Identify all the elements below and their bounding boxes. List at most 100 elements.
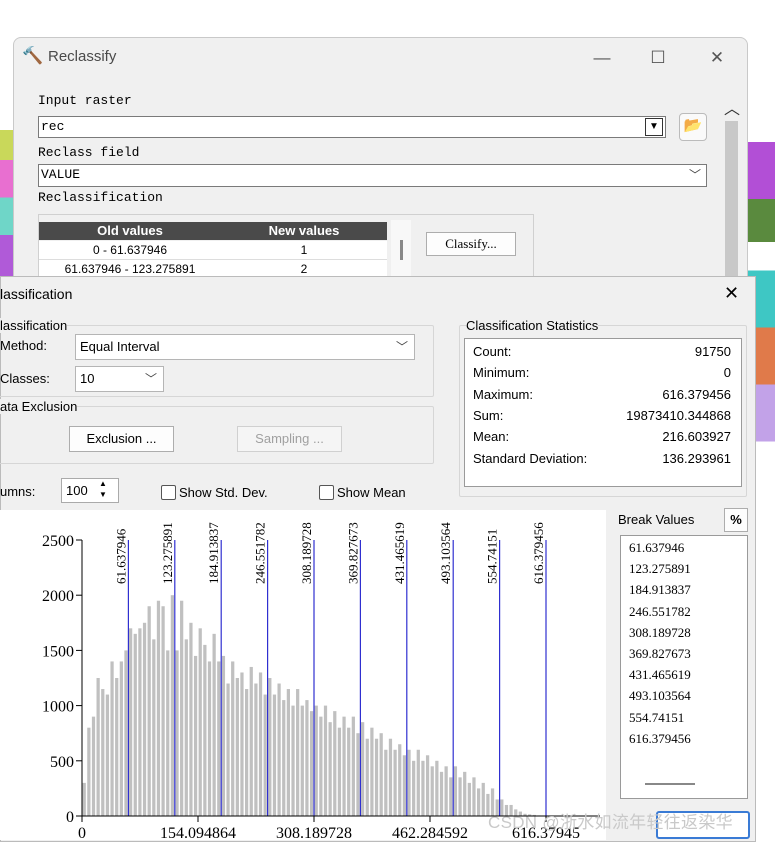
break-value-item[interactable]: 123.275891: [629, 561, 691, 577]
spin-down-icon[interactable]: ▼: [99, 490, 107, 499]
reclassify-titlebar: 🔨 Reclassify — ☐ ✕: [14, 38, 747, 78]
histogram-bar: [421, 761, 424, 816]
new-value-cell[interactable]: 2: [221, 262, 387, 276]
dropdown-arrow-icon[interactable]: ▼: [645, 118, 663, 136]
histogram-bar: [435, 761, 438, 816]
histogram-bar: [370, 728, 373, 816]
break-value-item[interactable]: 369.827673: [629, 646, 691, 662]
classify-button[interactable]: Classify...: [426, 232, 516, 256]
watermark: CSDN @浙水如流年轻往返染华: [488, 808, 733, 833]
columns-label: umns:: [0, 484, 35, 499]
histogram-bar: [393, 750, 396, 816]
break-value-item[interactable]: 616.379456: [629, 731, 691, 747]
histogram-bar: [226, 684, 229, 816]
break-value-item[interactable]: 246.551782: [629, 604, 691, 620]
histogram-bar: [366, 739, 369, 816]
y-tick-label: 2000: [42, 588, 74, 605]
stat-value: 136.293961: [560, 451, 731, 466]
histogram-bar: [152, 639, 155, 816]
header-old-values[interactable]: Old values: [39, 223, 221, 238]
break-label: 308.189728: [299, 522, 314, 584]
histogram-bar: [161, 606, 164, 816]
histogram-bar: [264, 695, 267, 816]
show-mean-checkbox[interactable]: [319, 485, 334, 500]
sampling-button[interactable]: Sampling ...: [237, 426, 342, 452]
old-value-cell[interactable]: 61.637946 - 123.275891: [39, 262, 221, 276]
reclassification-label: Reclassification: [38, 190, 163, 205]
old-value-cell[interactable]: 0 - 61.637946: [39, 243, 221, 257]
chevron-up-icon[interactable]: ︿: [724, 95, 740, 119]
break-value-item[interactable]: 184.913837: [629, 582, 691, 598]
classes-value: 10: [80, 367, 94, 391]
histogram-bar: [217, 661, 220, 816]
x-tick-label: 462.284592: [392, 825, 468, 840]
table-scroll-thumb[interactable]: [400, 240, 403, 260]
classification-group-label: lassification: [0, 318, 67, 333]
break-label: 493.103564: [438, 522, 453, 584]
histogram-bar: [375, 739, 378, 816]
chevron-down-icon[interactable]: ﹀: [689, 166, 701, 183]
exclusion-button[interactable]: Exclusion ...: [69, 426, 174, 452]
break-label: 184.913837: [206, 522, 221, 584]
classification-title: lassification: [0, 286, 72, 302]
minimize-icon[interactable]: —: [590, 46, 614, 70]
stat-key: Sum:: [473, 408, 503, 423]
histogram-bar: [417, 750, 420, 816]
break-value-item[interactable]: 554.74151: [629, 710, 684, 726]
histogram-bar: [324, 706, 327, 816]
histogram-bar: [315, 706, 318, 816]
chevron-down-icon[interactable]: ﹀: [145, 367, 157, 391]
histogram-bar: [445, 766, 448, 816]
y-tick-label: 500: [50, 754, 74, 771]
show-std-dev-label: Show Std. Dev.: [179, 485, 268, 500]
list-scroll-indicator[interactable]: [645, 783, 695, 785]
histogram-bar: [472, 777, 475, 816]
histogram-bar: [463, 772, 466, 816]
break-value-item[interactable]: 493.103564: [629, 688, 691, 704]
histogram-bar: [454, 766, 457, 816]
scroll-thumb[interactable]: [725, 121, 738, 281]
histogram-bar: [412, 761, 415, 816]
show-mean-label: Show Mean: [337, 485, 406, 500]
histogram-bar: [157, 601, 160, 816]
break-value-item[interactable]: 308.189728: [629, 625, 691, 641]
histogram-bar: [245, 689, 248, 816]
stat-value: 216.603927: [560, 429, 731, 444]
close-icon[interactable]: ✕: [724, 283, 739, 304]
histogram-bar: [120, 661, 123, 816]
histogram-bar: [347, 728, 350, 816]
histogram-bar: [329, 722, 332, 816]
show-std-dev-checkbox[interactable]: [161, 485, 176, 500]
histogram-bar: [92, 717, 95, 816]
histogram-chart[interactable]: 61.637946123.275891184.913837246.5517823…: [0, 510, 606, 840]
break-value-item[interactable]: 431.465619: [629, 667, 691, 683]
folder-open-icon[interactable]: 📂: [679, 113, 707, 141]
maximize-icon[interactable]: ☐: [646, 46, 670, 70]
histogram-bar: [426, 755, 429, 816]
table-scrollbar[interactable]: [391, 220, 411, 276]
reclassify-scrollbar[interactable]: ︿: [722, 95, 741, 285]
histogram-bar: [291, 706, 294, 816]
reclass-field-combo[interactable]: VALUE ﹀: [38, 164, 707, 187]
break-values-list[interactable]: 61.637946 123.275891 184.913837 246.551782 3…: [620, 535, 748, 799]
histogram-bar: [342, 717, 345, 816]
close-icon[interactable]: ✕: [705, 46, 729, 70]
histogram-bar: [389, 739, 392, 816]
percent-button[interactable]: %: [724, 508, 748, 532]
break-label: 246.551782: [253, 522, 268, 584]
statistics-group-label: Classification Statistics: [466, 318, 598, 333]
histogram-bar: [124, 650, 127, 816]
table-row[interactable]: 0 - 61.637946 1: [39, 241, 387, 260]
new-value-cell[interactable]: 1: [221, 243, 387, 257]
header-new-values[interactable]: New values: [221, 223, 387, 238]
histogram-bar: [106, 695, 109, 816]
classes-select[interactable]: 10 ﹀: [75, 366, 164, 392]
spin-up-icon[interactable]: ▲: [99, 479, 107, 488]
columns-spinner[interactable]: 100 ▲ ▼: [61, 478, 119, 503]
chevron-down-icon[interactable]: ﹀: [396, 335, 408, 359]
method-select[interactable]: Equal Interval ﹀: [75, 334, 415, 360]
histogram-panel[interactable]: 61.637946123.275891184.913837246.5517823…: [0, 510, 606, 840]
break-value-item[interactable]: 61.637946: [629, 540, 684, 556]
input-raster-combo[interactable]: rec ▼: [38, 116, 666, 138]
histogram-bar: [101, 689, 104, 816]
